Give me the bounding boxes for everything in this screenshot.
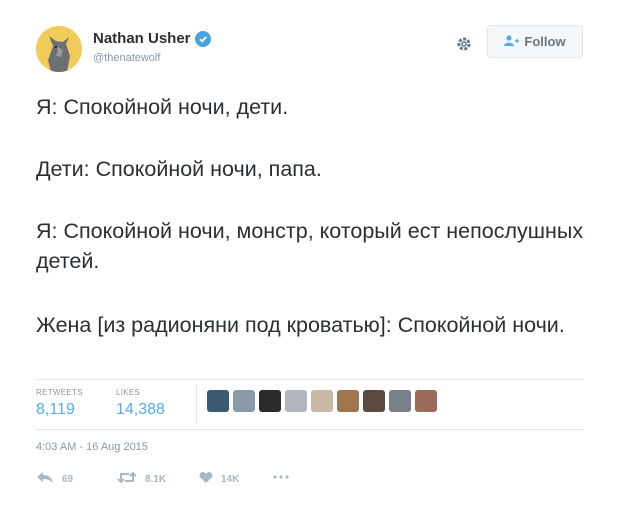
tweet-text: Я: Спокойной ночи, дети. Дети: Спокойной…: [36, 92, 596, 337]
liker-avatar[interactable]: [363, 390, 385, 412]
retweets-count: 8,119: [36, 401, 75, 418]
tweet-timestamp[interactable]: 4:03 AM - 16 Aug 2015: [36, 441, 148, 453]
reply-count: 69: [62, 473, 74, 485]
liker-avatar[interactable]: [207, 390, 229, 412]
follow-button[interactable]: Follow: [487, 25, 583, 58]
retweet-button[interactable]: 8.1K: [117, 471, 166, 487]
stats-separator: [196, 385, 197, 423]
liker-avatar[interactable]: [285, 390, 307, 412]
tweet-line-3: Я: Спокойной ночи, монстр, который ест н…: [36, 219, 584, 273]
liker-avatars: [207, 390, 437, 412]
liker-avatar[interactable]: [389, 390, 411, 412]
retweets-stat[interactable]: RETWEETS 8,119: [36, 388, 83, 419]
like-count: 14K: [221, 473, 240, 485]
tweet-line-1: Я: Спокойной ночи, дети.: [36, 95, 289, 119]
tweet-line-4: Жена [из радионяни под кроватью]: Спокой…: [36, 313, 565, 337]
heart-icon: [199, 471, 213, 487]
tweet-line-2: Дети: Спокойной ночи, папа.: [36, 157, 322, 181]
author-handle[interactable]: @thenatewolf: [93, 52, 160, 64]
more-icon: [273, 471, 289, 482]
more-button[interactable]: [273, 471, 289, 482]
liker-avatar[interactable]: [233, 390, 255, 412]
follow-label: Follow: [524, 34, 566, 49]
follow-person-icon: [504, 34, 520, 49]
retweet-icon: [117, 471, 137, 487]
verified-badge-icon: [194, 30, 211, 47]
stats-top-divider: [36, 379, 584, 380]
author-name[interactable]: Nathan Usher: [93, 30, 191, 47]
gear-icon[interactable]: [454, 34, 474, 54]
liker-avatar[interactable]: [259, 390, 281, 412]
like-button[interactable]: 14K: [199, 471, 239, 487]
reply-button[interactable]: 69: [36, 471, 73, 487]
stats-bottom-divider: [36, 429, 584, 430]
reply-icon: [36, 471, 54, 487]
retweet-count: 8.1K: [145, 473, 167, 485]
likes-label: LIKES: [116, 388, 141, 397]
liker-avatar[interactable]: [337, 390, 359, 412]
liker-avatar[interactable]: [311, 390, 333, 412]
retweets-label: RETWEETS: [36, 388, 83, 397]
likes-count: 14,388: [116, 401, 165, 418]
liker-avatar[interactable]: [415, 390, 437, 412]
author-avatar[interactable]: [36, 26, 82, 72]
likes-stat[interactable]: LIKES 14,388: [116, 388, 165, 419]
